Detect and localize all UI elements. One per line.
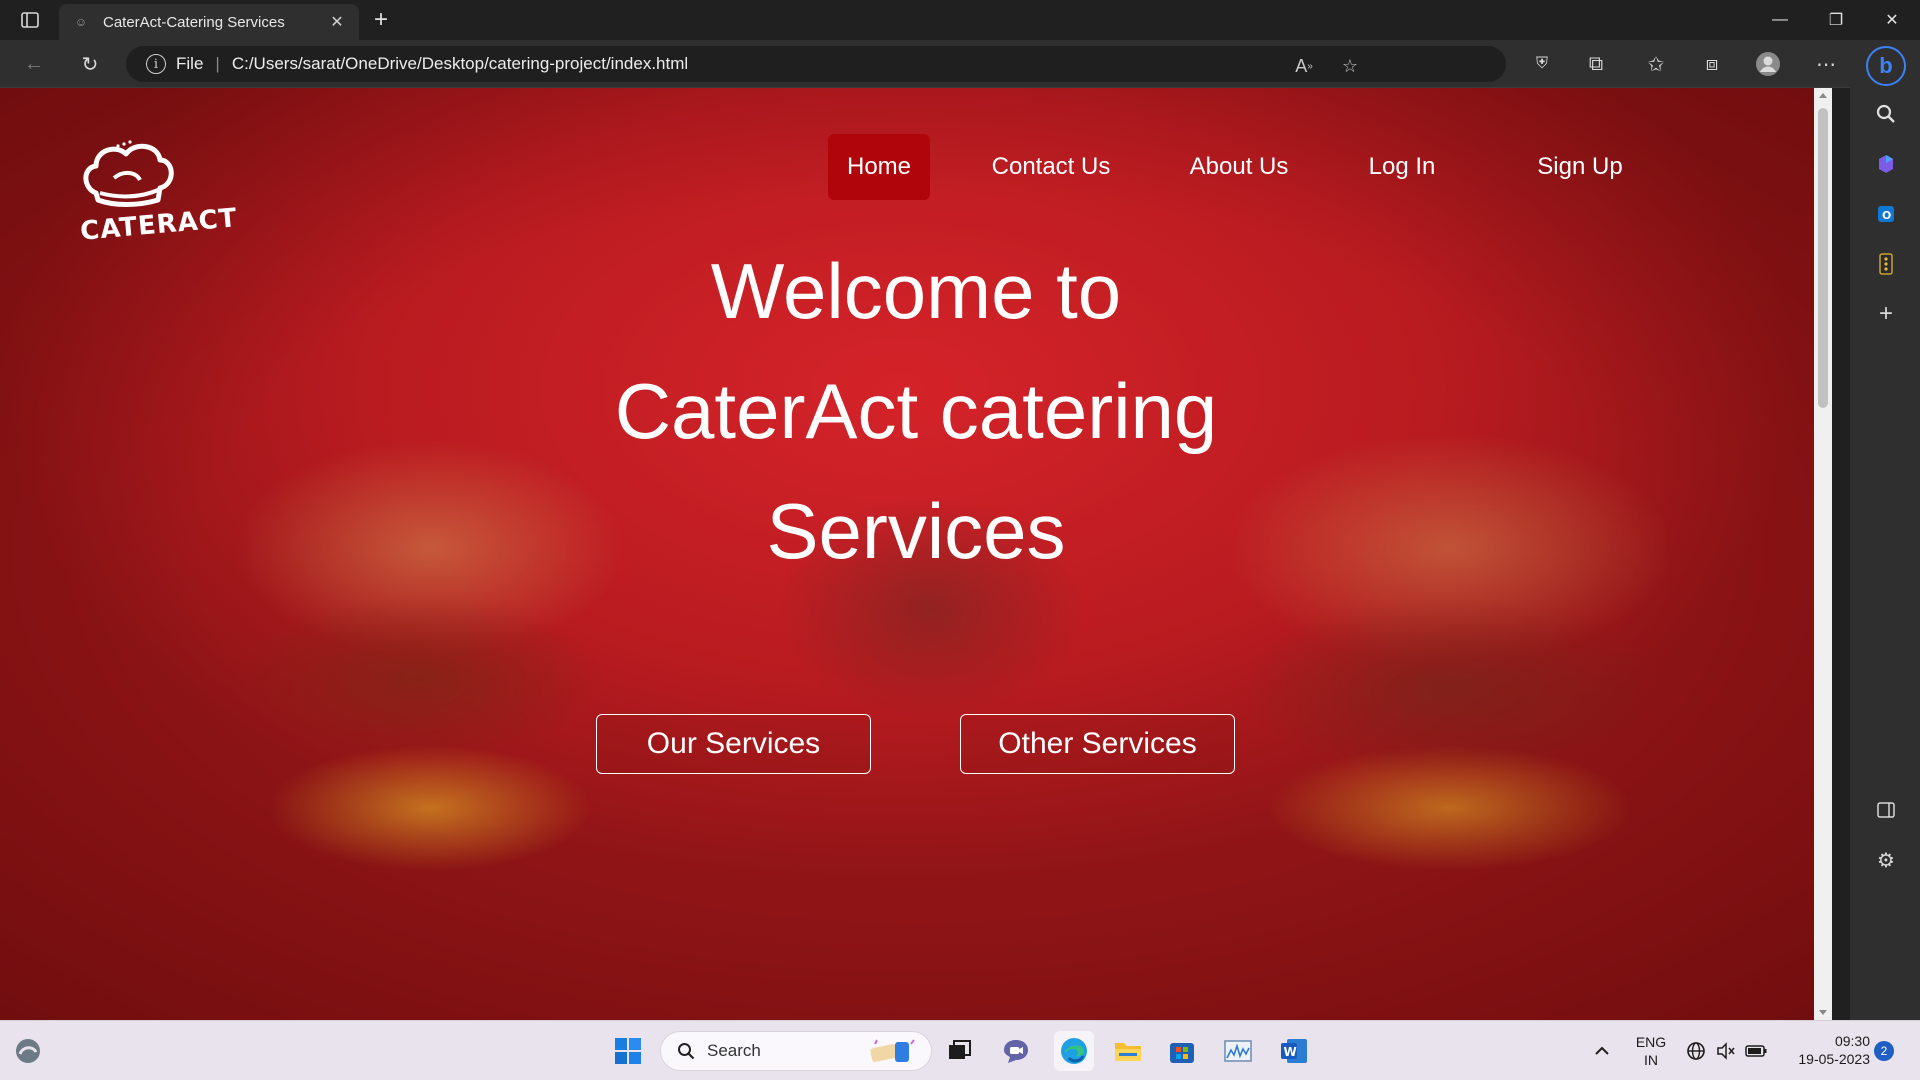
nav-home[interactable]: Home [828, 134, 930, 200]
browser-tab[interactable]: ☺ CaterAct-Catering Services ✕ [59, 4, 359, 40]
language-region: IN [1644, 1052, 1658, 1068]
page-viewport: CATERACT Home Contact Us About Us Log In… [0, 88, 1832, 1020]
more-options-icon[interactable]: ⋯ [1810, 49, 1842, 79]
microsoft-store-icon[interactable] [1162, 1031, 1202, 1071]
address-separator: | [215, 54, 220, 73]
add-favorite-icon[interactable]: ☆ [1338, 54, 1362, 78]
back-arrow-icon[interactable]: ← [18, 49, 50, 79]
word-icon[interactable]: W [1274, 1031, 1314, 1071]
chef-hat-icon [83, 140, 174, 207]
copilot-icon[interactable] [1868, 146, 1904, 182]
profile-avatar-icon[interactable] [1752, 49, 1784, 79]
taskbar-search-icon [675, 1040, 697, 1062]
teams-chat-icon[interactable] [996, 1031, 1036, 1071]
language-indicator[interactable]: ENG IN [1626, 1033, 1676, 1069]
tab-actions-icon[interactable] [14, 6, 46, 34]
show-hidden-icons-chevron-icon[interactable] [1582, 1031, 1622, 1071]
page-scrollbar[interactable] [1814, 88, 1832, 1020]
scroll-thumb[interactable] [1818, 108, 1828, 408]
favorites-icon[interactable]: ✩ [1640, 49, 1672, 79]
restore-icon[interactable]: ❐ [1808, 0, 1864, 40]
search-highlight-illustration-icon [865, 1038, 923, 1064]
close-window-icon[interactable]: ✕ [1864, 0, 1920, 40]
extensions-icon[interactable]: ⧉ [1580, 49, 1612, 79]
tab-title: CaterAct-Catering Services [103, 13, 285, 31]
site-info-icon[interactable]: i [146, 54, 166, 74]
nav-log-in[interactable]: Log In [1352, 134, 1452, 200]
minimize-icon[interactable]: — [1752, 0, 1808, 40]
add-sidebar-app-icon[interactable]: + [1868, 296, 1904, 332]
windows-taskbar: Search W ENG IN 09:30 19-05-2023 2 [0, 1020, 1920, 1080]
browser-essentials-icon[interactable]: ⛨ [1526, 49, 1558, 79]
scroll-up-icon[interactable] [1819, 93, 1827, 98]
read-aloud-icon[interactable]: A» [1292, 54, 1316, 78]
hero-line-2: CaterAct catering [614, 367, 1218, 455]
outlook-icon[interactable]: O [1868, 196, 1904, 232]
hide-sidebar-icon[interactable] [1868, 792, 1904, 828]
notification-badge[interactable]: 2 [1874, 1041, 1894, 1061]
clock[interactable]: 09:30 19-05-2023 [1778, 1032, 1870, 1068]
bing-chat-icon[interactable]: b [1866, 46, 1906, 86]
scroll-down-icon[interactable] [1819, 1010, 1827, 1015]
browser-toolbar: ← ↻ i File | C:/Users/sarat/OneDrive/Des… [0, 40, 1920, 88]
battery-icon[interactable] [1738, 1031, 1774, 1071]
taskbar-search-placeholder: Search [707, 1041, 761, 1060]
widgets-weather-icon[interactable] [8, 1031, 48, 1071]
window-controls: — ❐ ✕ [1752, 0, 1920, 40]
our-services-button[interactable]: Our Services [596, 714, 871, 774]
start-windows-icon[interactable] [608, 1031, 648, 1071]
new-tab-button[interactable]: + [366, 6, 396, 34]
nav-about-us[interactable]: About Us [1174, 134, 1304, 200]
hero-heading: Welcome to CaterAct catering Services [0, 231, 1832, 591]
nav-sign-up[interactable]: Sign Up [1520, 134, 1640, 200]
address-bar[interactable]: i File | C:/Users/sarat/OneDrive/Desktop… [126, 46, 1506, 82]
clock-date: 19-05-2023 [1798, 1051, 1870, 1067]
svg-text:W: W [1284, 1045, 1297, 1059]
search-icon[interactable] [1868, 96, 1904, 132]
other-services-button[interactable]: Other Services [960, 714, 1235, 774]
url-text[interactable]: C:/Users/sarat/OneDrive/Desktop/catering… [232, 54, 688, 74]
collections-icon[interactable]: ⧈ [1696, 49, 1728, 79]
office-tools-icon[interactable] [1868, 246, 1904, 282]
refresh-icon[interactable]: ↻ [74, 49, 106, 79]
edge-sidebar: b O + ⚙ [1850, 40, 1920, 1020]
taskbar-search-box[interactable]: Search [660, 1031, 932, 1071]
protocol-label: File [176, 54, 204, 73]
performance-monitor-icon[interactable] [1218, 1031, 1258, 1071]
edge-browser-taskbar-icon[interactable] [1054, 1031, 1094, 1071]
nav-contact-us[interactable]: Contact Us [976, 134, 1126, 200]
sidebar-settings-gear-icon[interactable]: ⚙ [1868, 842, 1904, 878]
tab-bar: ☺ CaterAct-Catering Services ✕ + — ❐ ✕ [0, 0, 1920, 40]
file-explorer-icon[interactable] [1108, 1031, 1148, 1071]
language-code: ENG [1635, 1034, 1667, 1050]
clock-time: 09:30 [1834, 1033, 1870, 1049]
svg-text:O: O [1882, 209, 1891, 222]
page-favicon-icon: ☺ [74, 15, 88, 29]
close-tab-icon[interactable]: ✕ [327, 12, 347, 32]
hero-line-3: Services [766, 487, 1066, 575]
task-view-icon[interactable] [940, 1031, 980, 1071]
hero-line-1: Welcome to [710, 247, 1122, 335]
